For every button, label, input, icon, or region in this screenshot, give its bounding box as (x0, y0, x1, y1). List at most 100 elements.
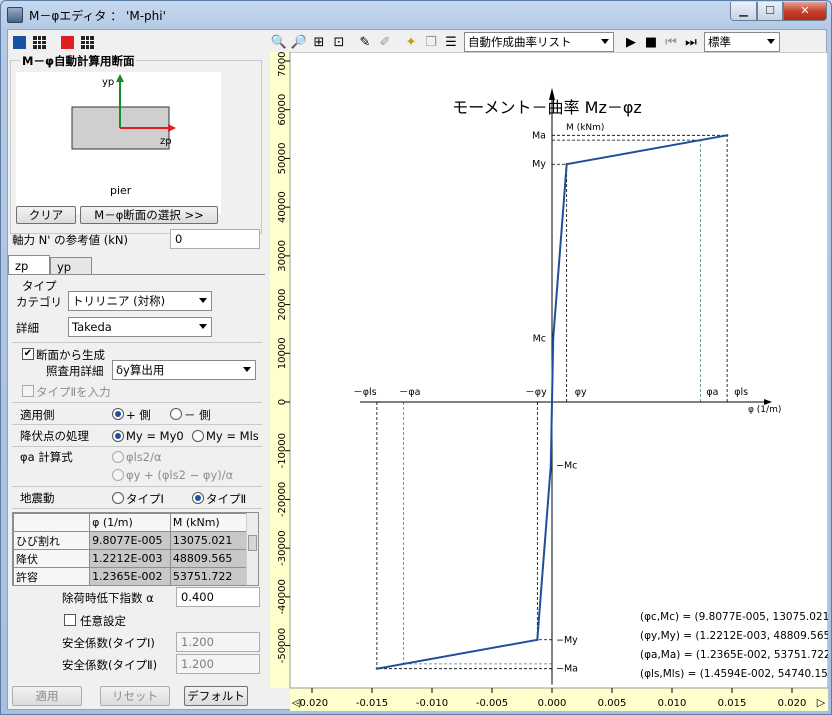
quake-type1-label: タイプⅠ (126, 492, 164, 506)
x-tick-label: 0.000 (538, 698, 567, 709)
side-minus-label: － 側 (184, 408, 211, 422)
list-icon[interactable]: ☰ (442, 33, 460, 51)
clear-button[interactable]: クリア (16, 206, 76, 224)
x-tick-label: -0.020 (296, 698, 328, 709)
side-plus-radio[interactable] (112, 408, 124, 420)
category-combo[interactable]: トリリニア (対称) (68, 291, 212, 311)
yield-mls-radio[interactable] (192, 430, 204, 442)
row-header: ひび割れ (13, 531, 91, 550)
play-icon[interactable]: ▶ (622, 33, 640, 51)
phia-opt1-label: φls2/α (126, 450, 162, 464)
step-back-icon[interactable]: ⏮ (662, 33, 680, 51)
quake-type1-radio[interactable] (112, 492, 124, 504)
col-header-m: M (kNm) (169, 513, 249, 532)
blue-square-icon[interactable] (10, 33, 28, 51)
tab-zp[interactable]: zp (8, 255, 50, 275)
red-square-icon[interactable] (58, 33, 76, 51)
table-row[interactable]: 許容 1.2365E-002 53751.722 (13, 567, 249, 585)
y-axis-label: M (kNm) (566, 123, 604, 133)
label-phia: φa (706, 387, 718, 398)
type2-checkbox[interactable] (22, 385, 34, 397)
reset-button[interactable]: リセット (100, 686, 170, 706)
run-icon[interactable]: ✦ (402, 33, 420, 51)
zoom-out-icon[interactable]: 🔎 (290, 33, 308, 51)
pointer-icon[interactable]: ✎ (356, 33, 374, 51)
separator (12, 402, 262, 403)
yield-my0-label: My = My0 (126, 429, 184, 443)
close-button[interactable]: ✕ (783, 2, 827, 21)
tab-yp[interactable]: yp (50, 257, 92, 275)
step-forward-icon[interactable]: ⏭ (682, 33, 700, 51)
annotation-a: (φa,Ma) = (1.2365E-002, 53751.722) (640, 649, 828, 661)
copy-icon[interactable]: ❐ (422, 33, 440, 51)
zoom-fit-icon[interactable]: ⊞ (310, 33, 328, 51)
free-setting-checkbox[interactable] (64, 614, 76, 626)
side-minus-radio[interactable] (170, 408, 182, 420)
phia-opt2-label: φy + (φls2 − φy)/α (126, 468, 234, 482)
data-point (549, 464, 553, 467)
phia-label: φa 計算式 (20, 450, 73, 464)
x-tick-label: -0.015 (356, 698, 388, 709)
zoom-in-icon[interactable]: 🔍 (270, 33, 288, 51)
label-neg-my: −My (556, 635, 578, 646)
x-tick-label: -0.010 (416, 698, 448, 709)
title-bar[interactable]: M－φエディタ ： 'M-phi' ▁ ☐ ✕ (1, 1, 831, 29)
label-neg-mc: −Mc (556, 461, 577, 472)
scale-combo[interactable]: 標準 (704, 32, 780, 52)
cell-phi[interactable]: 1.2212E-003 (89, 549, 171, 568)
x-tick-label: 0.015 (718, 698, 747, 709)
moment-curvature-chart[interactable]: 70000 60000 50000 40000 30000 20000 10000 0 -100… (270, 45, 832, 711)
cell-m[interactable]: 13075.021 (169, 531, 249, 550)
ruler-right-arrow-icon: ▷ (817, 696, 826, 709)
from-section-checkbox[interactable]: ✔ (22, 348, 34, 360)
pen-icon[interactable]: ✐ (376, 33, 394, 51)
sf2-input[interactable]: 1.200 (176, 654, 260, 674)
detail-combo[interactable]: Takeda (68, 317, 212, 337)
label-neg-ma: −Ma (556, 664, 578, 675)
phia-opt2-radio[interactable] (112, 469, 124, 481)
zoom-window-icon[interactable]: ⊡ (330, 33, 348, 51)
apply-button[interactable]: 適用 (12, 686, 82, 706)
maximize-button[interactable]: ☐ (757, 2, 783, 21)
label-neg-phia: －φa (399, 387, 421, 398)
points-table-frame: φ (1/m) M (kNm) ひび割れ 9.8077E-005 13075.0… (12, 512, 259, 586)
default-button[interactable]: デフォルト (184, 686, 248, 706)
table-row[interactable]: 降伏 1.2212E-003 48809.565 (13, 549, 249, 568)
y-tick-label: -50000 (277, 628, 288, 663)
table-header-row: φ (1/m) M (kNm) (13, 513, 249, 532)
y-tick-label: 30000 (277, 240, 288, 272)
yield-my0-radio[interactable] (112, 430, 124, 442)
phia-opt1-radio[interactable] (112, 451, 124, 463)
check-detail-combo[interactable]: δy算出用 (112, 360, 256, 380)
sf1-input[interactable]: 1.200 (176, 632, 260, 652)
alpha-input[interactable]: 0.400 (176, 587, 260, 607)
cell-m[interactable]: 53751.722 (169, 567, 249, 585)
section-title: M－φ自動計算用断面 (20, 53, 137, 69)
cell-phi[interactable]: 9.8077E-005 (89, 531, 171, 550)
label-neg-phils: －φls (353, 387, 376, 398)
x-tick-label: 0.010 (658, 698, 687, 709)
table-scrollbar[interactable] (246, 513, 258, 585)
quake-type2-radio[interactable] (192, 492, 204, 504)
quake-label: 地震動 (20, 491, 55, 505)
red-grid-icon[interactable] (78, 33, 96, 51)
sf1-label: 安全係数(タイプⅠ) (62, 636, 155, 650)
separator (12, 446, 262, 447)
x-tick-label: 0.020 (778, 698, 807, 709)
axial-input[interactable]: 0 (170, 229, 260, 249)
table-row[interactable]: ひび割れ 9.8077E-005 13075.021 (13, 531, 249, 550)
cell-phi[interactable]: 1.2365E-002 (89, 567, 171, 585)
table-corner (13, 513, 91, 532)
stop-icon[interactable]: ■ (642, 33, 660, 51)
select-section-button[interactable]: M－φ断面の選択 >> (80, 206, 218, 224)
blue-grid-icon[interactable] (30, 33, 48, 51)
scroll-thumb[interactable] (248, 535, 257, 551)
curve-list-combo[interactable]: 自動作成曲率リスト (464, 32, 614, 52)
client-area: 🔍 🔎 ⊞ ⊡ ✎ ✐ ✦ ❐ ☰ 自動作成曲率リスト ▶ ■ ⏮ ⏭ 標準 M… (7, 29, 832, 711)
plot-area[interactable]: 70000 60000 50000 40000 30000 20000 10000 0 -100… (270, 45, 832, 711)
window: M－φエディタ ： 'M-phi' ▁ ☐ ✕ 🔍 🔎 ⊞ ⊡ ✎ ✐ ✦ ❐ … (0, 0, 832, 715)
cell-m[interactable]: 48809.565 (169, 549, 249, 568)
minimize-button[interactable]: ▁ (730, 2, 757, 21)
category-label: カテゴリ (16, 295, 62, 309)
from-section-label: 断面から生成 (36, 348, 105, 362)
